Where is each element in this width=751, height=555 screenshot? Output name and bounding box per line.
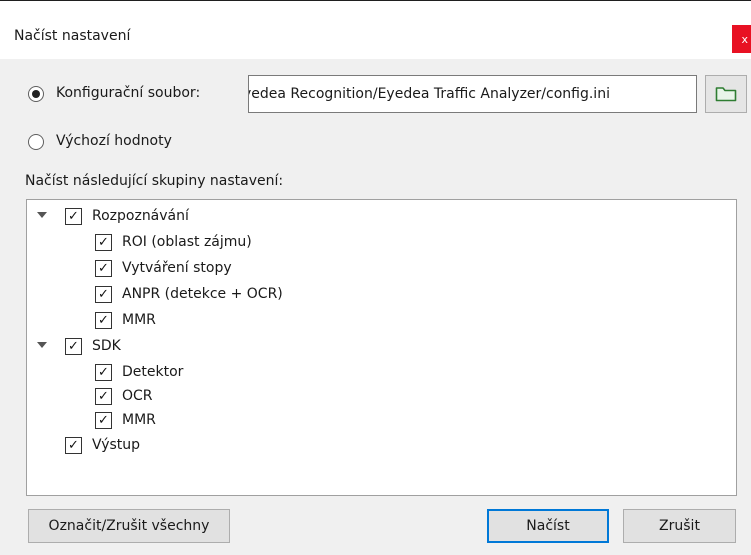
close-icon: x	[741, 32, 748, 46]
title-bar[interactable]: Načíst nastavení x	[0, 1, 751, 59]
checkbox-ocr[interactable]: ✓	[95, 387, 112, 405]
checkmark-icon: ✓	[98, 286, 109, 302]
tree-item-vystup[interactable]: ✓ Výstup	[65, 433, 140, 457]
checkbox-sdk[interactable]: ✓	[65, 337, 82, 355]
checkbox-anpr[interactable]: ✓	[95, 285, 112, 303]
load-button[interactable]: Načíst	[487, 509, 609, 543]
checkmark-icon: ✓	[98, 234, 109, 250]
checkbox-rozpoznavani[interactable]: ✓	[65, 207, 82, 225]
config-file-path-value: yedea Recognition/Eyedea Traffic Analyze…	[248, 86, 610, 102]
tree-item-label: MMR	[122, 312, 156, 328]
checkbox-roi[interactable]: ✓	[95, 233, 112, 251]
settings-groups-tree[interactable]: ✓ Rozpoznávání ✓ ROI (oblast zájmu) ✓ Vy…	[26, 199, 737, 496]
folder-icon	[715, 87, 737, 102]
browse-folder-button[interactable]	[705, 75, 747, 113]
checkbox-detektor[interactable]: ✓	[95, 363, 112, 381]
checkbox-vystup[interactable]: ✓	[65, 436, 82, 454]
tree-item-rozpoznavani-mmr[interactable]: ✓ MMR	[95, 308, 156, 332]
tree-item-label: Detektor	[122, 364, 184, 380]
checkbox-vytvareni-stopy[interactable]: ✓	[95, 259, 112, 277]
checkmark-icon: ✓	[68, 437, 79, 453]
tree-item-roi[interactable]: ✓ ROI (oblast zájmu)	[95, 230, 252, 254]
close-button[interactable]: x	[732, 25, 751, 53]
checkmark-icon: ✓	[68, 338, 79, 354]
config-file-label[interactable]: Konfigurační soubor:	[56, 85, 200, 101]
checkmark-icon: ✓	[98, 388, 109, 404]
tree-item-label: ANPR (detekce + OCR)	[122, 286, 283, 302]
expand-arrow-icon[interactable]	[37, 342, 47, 348]
checkmark-icon: ✓	[98, 312, 109, 328]
cancel-button[interactable]: Zrušit	[623, 509, 736, 543]
tree-item-label: MMR	[122, 412, 156, 428]
defaults-radio[interactable]	[28, 134, 44, 150]
checkmark-icon: ✓	[98, 364, 109, 380]
config-file-path-input[interactable]: yedea Recognition/Eyedea Traffic Analyze…	[248, 75, 697, 113]
tree-item-rozpoznavani[interactable]: ✓ Rozpoznávání	[65, 204, 189, 228]
window-title: Načíst nastavení	[14, 28, 131, 44]
checkmark-icon: ✓	[98, 412, 109, 428]
toggle-all-button[interactable]: Označit/Zrušit všechny	[28, 509, 230, 543]
tree-item-label: Rozpoznávání	[92, 208, 189, 224]
expand-arrow-icon[interactable]	[37, 212, 47, 218]
config-file-radio[interactable]	[28, 86, 44, 102]
tree-item-label: SDK	[92, 338, 121, 354]
checkmark-icon: ✓	[98, 260, 109, 276]
tree-item-detektor[interactable]: ✓ Detektor	[95, 360, 183, 384]
tree-item-sdk-mmr[interactable]: ✓ MMR	[95, 408, 156, 432]
checkmark-icon: ✓	[68, 208, 79, 224]
tree-item-label: OCR	[122, 388, 153, 404]
tree-item-anpr[interactable]: ✓ ANPR (detekce + OCR)	[95, 282, 283, 306]
groups-label: Načíst následující skupiny nastavení:	[25, 173, 284, 189]
tree-item-label: Vytváření stopy	[122, 260, 232, 276]
tree-item-label: Výstup	[92, 437, 141, 453]
checkbox-rozpoznavani-mmr[interactable]: ✓	[95, 311, 112, 329]
defaults-label[interactable]: Výchozí hodnoty	[56, 133, 172, 149]
tree-item-vytvareni-stopy[interactable]: ✓ Vytváření stopy	[95, 256, 232, 280]
checkbox-sdk-mmr[interactable]: ✓	[95, 411, 112, 429]
tree-item-sdk[interactable]: ✓ SDK	[65, 334, 121, 358]
tree-item-label: ROI (oblast zájmu)	[122, 234, 252, 250]
tree-item-ocr[interactable]: ✓ OCR	[95, 384, 153, 408]
